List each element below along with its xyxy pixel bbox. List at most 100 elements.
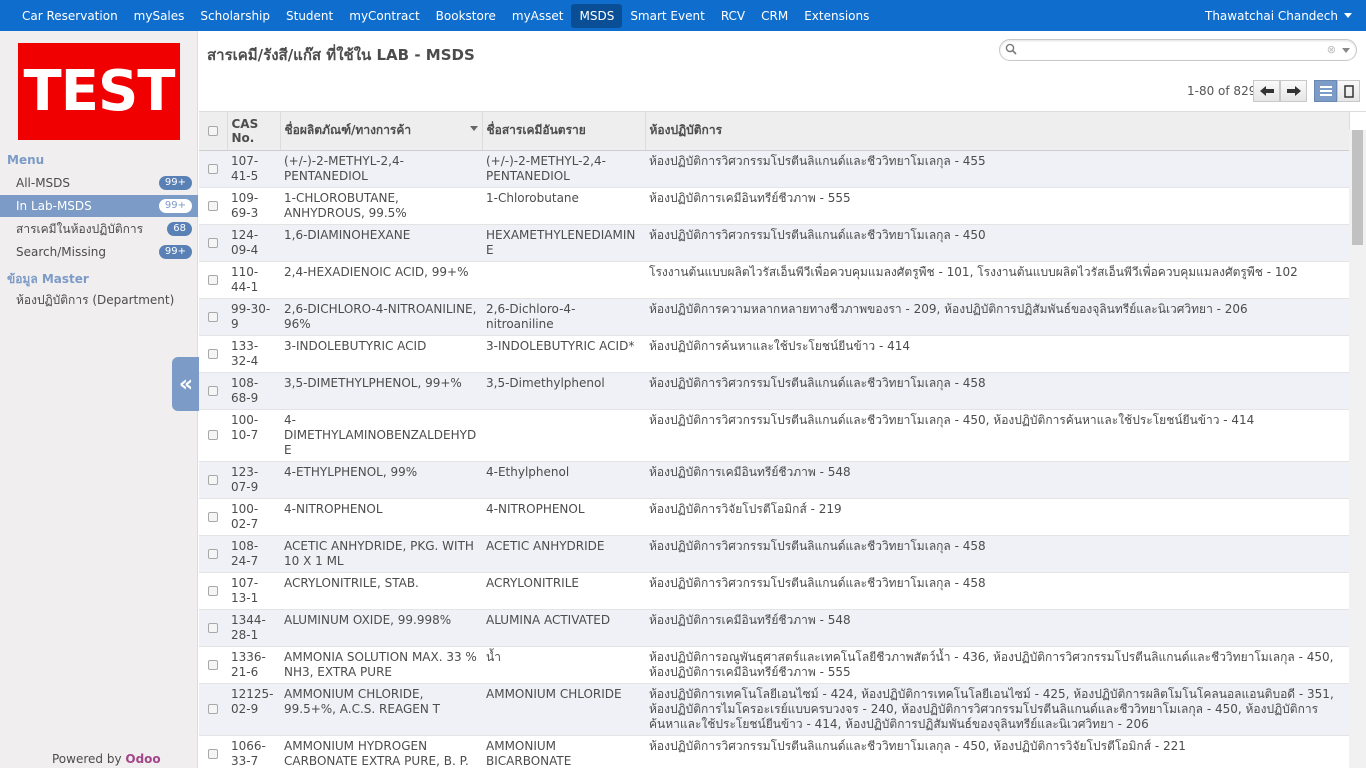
row-checkbox[interactable] <box>199 224 227 262</box>
sidebar-item-search-missing[interactable]: Search/Missing 99+ <box>0 241 198 263</box>
checkbox-box <box>208 200 218 211</box>
menu-myasset[interactable]: myAsset <box>504 4 572 28</box>
checkbox-box <box>208 274 218 285</box>
double-chevron-left-icon[interactable]: « <box>172 357 200 411</box>
checkbox-box <box>208 511 218 522</box>
row-checkbox[interactable] <box>199 261 227 299</box>
search-box[interactable]: ⊗ <box>999 39 1357 61</box>
table-row[interactable]: 124-09-4 1,6-DIAMINOHEXANE HEXAMETHYLENEDI… <box>199 224 1349 262</box>
row-checkbox[interactable] <box>199 535 227 573</box>
form-view-button[interactable] <box>1337 80 1360 102</box>
sidebar-item-all-msds[interactable]: All-MSDS 99+ <box>0 172 198 194</box>
msds-table: CAS No. ชื่อผลิตภัณฑ์/ทางการค้า ชื่อสารเ… <box>199 112 1350 768</box>
sidebar-item-department[interactable]: ห้องปฏิบัติการ (Department) <box>0 289 198 311</box>
checkbox-box <box>208 163 218 174</box>
table-row[interactable]: 109-69-3 1-CHLOROBUTANE, ANHYDROUS, 99.5%… <box>199 187 1349 225</box>
count-badge: 99+ <box>158 245 192 259</box>
table-row[interactable]: 1344-28-1 ALUMINUM OXIDE, 99.998% ALUMINA … <box>199 609 1349 647</box>
form-icon <box>1343 84 1354 98</box>
sidebar-master-title: ข้อมูล Master <box>7 272 89 286</box>
cell-product-name: ACRYLONITRILE, STAB. <box>280 572 482 610</box>
sidebar-item-lab-chemicals[interactable]: สารเคมีในห้องปฏิบัติการ 68 <box>0 218 198 240</box>
menu-scholarship[interactable]: Scholarship <box>192 4 278 28</box>
user-menu[interactable]: Thawatchai Chandech <box>1205 0 1352 31</box>
odoo-link[interactable]: Odoo <box>125 752 160 766</box>
table-row[interactable]: 1336-21-6 AMMONIA SOLUTION MAX. 33 % NH3,… <box>199 646 1349 684</box>
column-cas-no[interactable]: CAS No. <box>227 112 281 151</box>
menu-student[interactable]: Student <box>278 4 341 28</box>
scrollbar-thumb[interactable] <box>1352 130 1363 245</box>
sidebar: TEST Menu All-MSDS 99+ In Lab-MSDS 99+ ส… <box>0 31 198 768</box>
row-checkbox[interactable] <box>199 409 227 462</box>
row-checkbox[interactable] <box>199 683 227 736</box>
cell-product-name: ALUMINUM OXIDE, 99.998% <box>280 609 482 647</box>
search-options-icon[interactable] <box>1342 48 1350 53</box>
menu-smart-event[interactable]: Smart Event <box>622 4 713 28</box>
table-row[interactable]: 133-32-4 3-INDOLEBUTYRIC ACID 3-INDOLEBUTY… <box>199 335 1349 373</box>
menu-bookstore[interactable]: Bookstore <box>428 4 504 28</box>
select-all-checkbox[interactable] <box>199 112 228 151</box>
checkbox-box <box>208 430 218 440</box>
search-icon <box>1005 43 1017 55</box>
menu-mycontract[interactable]: myContract <box>341 4 427 28</box>
table-row[interactable]: 100-02-7 4-NITROPHENOL 4-NITROPHENOL ห้องปฏ… <box>199 498 1349 536</box>
vertical-scrollbar[interactable] <box>1349 130 1366 768</box>
menu-extensions[interactable]: Extensions <box>796 4 877 28</box>
row-checkbox[interactable] <box>199 572 227 610</box>
count-badge: 99+ <box>158 176 192 190</box>
table-row[interactable]: 99-30-9 2,6-DICHLORO-4-NITROANILINE, 96% 2… <box>199 298 1349 336</box>
row-checkbox[interactable] <box>199 150 227 188</box>
row-checkbox[interactable] <box>199 735 227 768</box>
table-row[interactable]: 108-24-7 ACETIC ANHYDRIDE, PKG. WITH 10 X… <box>199 535 1349 573</box>
column-chemical-name[interactable]: ชื่อสารเคมีอันตราย <box>482 112 646 151</box>
row-checkbox[interactable] <box>199 646 227 684</box>
table-row[interactable]: 110-44-1 2,4-HEXADIENOIC ACID, 99+% โรงงาน… <box>199 261 1349 299</box>
sort-desc-icon <box>469 126 478 132</box>
cell-laboratory: โรงงานต้นแบบผลิตไวรัสเอ็นพีวีเพื่อควบคุม… <box>645 261 1349 299</box>
table-row[interactable]: 1066-33-7 AMMONIUM HYDROGEN CARBONATE EXT… <box>199 735 1349 768</box>
pager-value[interactable]: 1-80 of 829 <box>1187 84 1256 98</box>
checkbox-box <box>208 311 218 322</box>
row-checkbox[interactable] <box>199 372 227 410</box>
table-body: 107-41-5 (+/-)-2-METHYL-2,4-PENTANEDIOL (+… <box>199 150 1349 768</box>
pager-previous-button[interactable] <box>1253 80 1280 102</box>
column-product-name[interactable]: ชื่อผลิตภัณฑ์/ทางการค้า <box>280 112 483 151</box>
menu-car-reservation[interactable]: Car Reservation <box>14 4 126 28</box>
list-view-button[interactable] <box>1314 80 1337 102</box>
cell-cas-no: 99-30-9 <box>227 298 280 336</box>
arrow-left-icon <box>1259 86 1274 96</box>
cell-chemical-name: 3-INDOLEBUTYRIC ACID* <box>482 335 645 373</box>
cell-laboratory: ห้องปฏิบัติการเคมีอินทรีย์ชีวภาพ - 548 <box>645 461 1349 499</box>
table-row[interactable]: 123-07-9 4-ETHYLPHENOL, 99% 4-Ethylphenol ห… <box>199 461 1349 499</box>
table-row[interactable]: 107-41-5 (+/-)-2-METHYL-2,4-PENTANEDIOL (+… <box>199 150 1349 188</box>
chevron-down-icon <box>1344 13 1352 18</box>
menu-mysales[interactable]: mySales <box>126 4 193 28</box>
table-row[interactable]: 12125-02-9 AMMONIUM CHLORIDE, 99.5+%, A.C… <box>199 683 1349 736</box>
checkbox-box <box>208 385 218 396</box>
row-checkbox[interactable] <box>199 335 227 373</box>
column-laboratory[interactable]: ห้องปฏิบัติการ <box>645 112 1350 151</box>
search-input[interactable] <box>1022 42 1322 58</box>
cell-product-name: 1-CHLOROBUTANE, ANHYDROUS, 99.5% <box>280 187 482 225</box>
menu-msds[interactable]: MSDS <box>571 3 623 28</box>
table-row[interactable]: 108-68-9 3,5-DIMETHYLPHENOL, 99+% 3,5-Dime… <box>199 372 1349 410</box>
company-logo[interactable]: TEST <box>18 43 180 140</box>
cell-product-name: 3-INDOLEBUTYRIC ACID <box>280 335 482 373</box>
page-title: สารเคมี/รังสี/แก๊ส ที่ใช้ใน LAB - MSDS <box>207 46 475 64</box>
menu-rcv[interactable]: RCV <box>713 4 753 28</box>
table-row[interactable]: 100-10-7 4-DIMETHYLAMINOBENZALDEHYDE ห้องป… <box>199 409 1349 462</box>
table-row[interactable]: 107-13-1 ACRYLONITRILE, STAB. ACRYLONITRIL… <box>199 572 1349 610</box>
clear-icon[interactable]: ⊗ <box>1327 43 1336 56</box>
row-checkbox[interactable] <box>199 298 227 336</box>
sidebar-item-in-lab-msds[interactable]: In Lab-MSDS 99+ <box>0 195 198 217</box>
sidebar-item-label: สารเคมีในห้องปฏิบัติการ <box>16 222 144 236</box>
row-checkbox[interactable] <box>199 609 227 647</box>
sidebar-item-label: All-MSDS <box>16 176 71 190</box>
cell-cas-no: 100-10-7 <box>227 409 280 462</box>
row-checkbox[interactable] <box>199 461 227 499</box>
row-checkbox[interactable] <box>199 187 227 225</box>
sidebar-item-label: In Lab-MSDS <box>16 199 92 213</box>
menu-crm[interactable]: CRM <box>753 4 796 28</box>
pager-next-button[interactable] <box>1280 80 1307 102</box>
row-checkbox[interactable] <box>199 498 227 536</box>
